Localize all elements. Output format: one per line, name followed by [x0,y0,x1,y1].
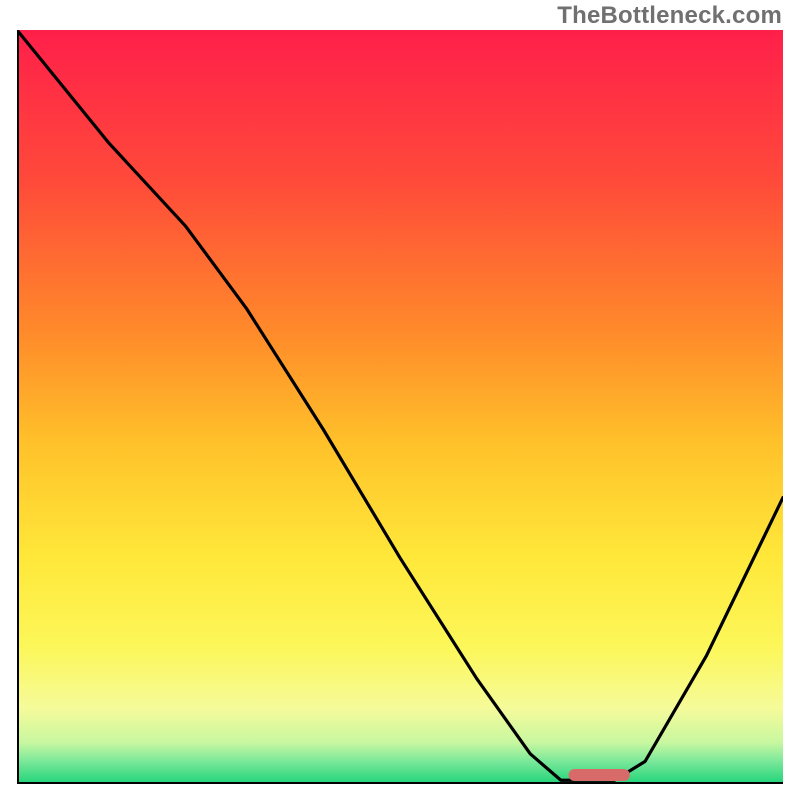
gradient-background [17,30,783,784]
chart-svg [17,30,783,784]
chart-container: TheBottleneck.com [0,0,800,800]
watermark-text: TheBottleneck.com [557,2,782,30]
plot-area [17,30,783,784]
sweet-spot-marker [569,769,630,781]
